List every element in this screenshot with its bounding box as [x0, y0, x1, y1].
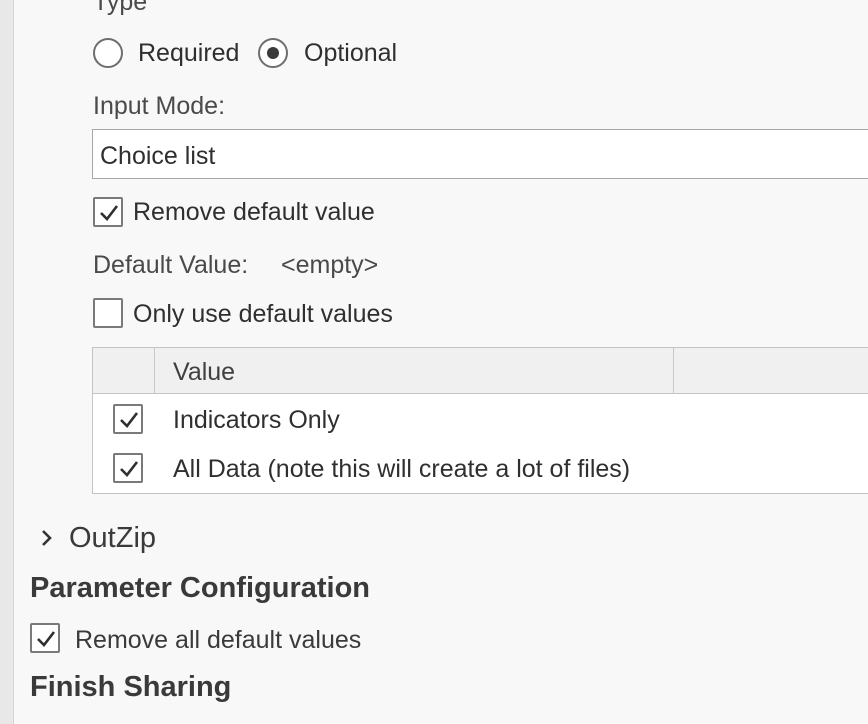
row-label: Indicators Only — [173, 406, 340, 434]
row-checkbox[interactable] — [113, 404, 143, 434]
checkmark-icon — [37, 631, 56, 647]
remove-default-checkbox[interactable] — [93, 197, 123, 227]
default-value-value: <empty> — [281, 251, 379, 279]
value-column-header[interactable]: Value — [173, 358, 235, 387]
values-table: Value Indicators Only All Data (note thi… — [92, 347, 868, 494]
remove-all-default-label: Remove all default values — [75, 626, 362, 654]
radio-optional-label: Optional — [304, 39, 398, 67]
radio-required-label: Required — [138, 39, 240, 67]
column-separator[interactable] — [673, 348, 674, 393]
input-mode-label: Input Mode: — [93, 92, 226, 120]
only-default-checkbox[interactable] — [93, 298, 123, 328]
input-mode-value: Choice list — [100, 142, 216, 170]
values-table-header: Value — [93, 348, 868, 394]
checkmark-icon — [100, 205, 119, 221]
parameter-configuration-title: Parameter Configuration — [30, 572, 370, 604]
remove-all-default-checkbox[interactable] — [30, 623, 60, 653]
remove-default-label: Remove default value — [133, 198, 375, 226]
radio-required-circle[interactable] — [93, 38, 123, 68]
radio-required[interactable]: Required — [93, 38, 253, 70]
type-label: Type — [93, 0, 148, 16]
outzip-label: OutZip — [69, 522, 157, 554]
finish-sharing-title: Finish Sharing — [30, 671, 232, 703]
row-checkbox[interactable] — [113, 453, 143, 483]
checkmark-icon — [120, 461, 139, 477]
only-default-checkbox-row[interactable]: Only use default values — [93, 298, 433, 330]
remove-all-default-row[interactable]: Remove all default values — [30, 623, 390, 655]
outzip-expander[interactable]: OutZip — [36, 520, 236, 558]
left-panel-edge — [0, 0, 14, 724]
only-default-label: Only use default values — [133, 300, 393, 328]
remove-default-checkbox-row[interactable]: Remove default value — [93, 197, 413, 229]
column-separator[interactable] — [154, 348, 155, 393]
chevron-right-icon — [42, 530, 52, 546]
table-row[interactable]: Indicators Only — [93, 394, 868, 442]
input-mode-field[interactable]: Choice list — [92, 129, 868, 179]
row-label: All Data (note this will create a lot of… — [173, 455, 631, 483]
radio-optional[interactable]: Optional — [258, 38, 418, 70]
table-row[interactable]: All Data (note this will create a lot of… — [93, 443, 868, 491]
checkmark-icon — [120, 412, 139, 428]
default-value-label: Default Value: — [93, 251, 249, 279]
radio-optional-circle[interactable] — [258, 38, 288, 68]
